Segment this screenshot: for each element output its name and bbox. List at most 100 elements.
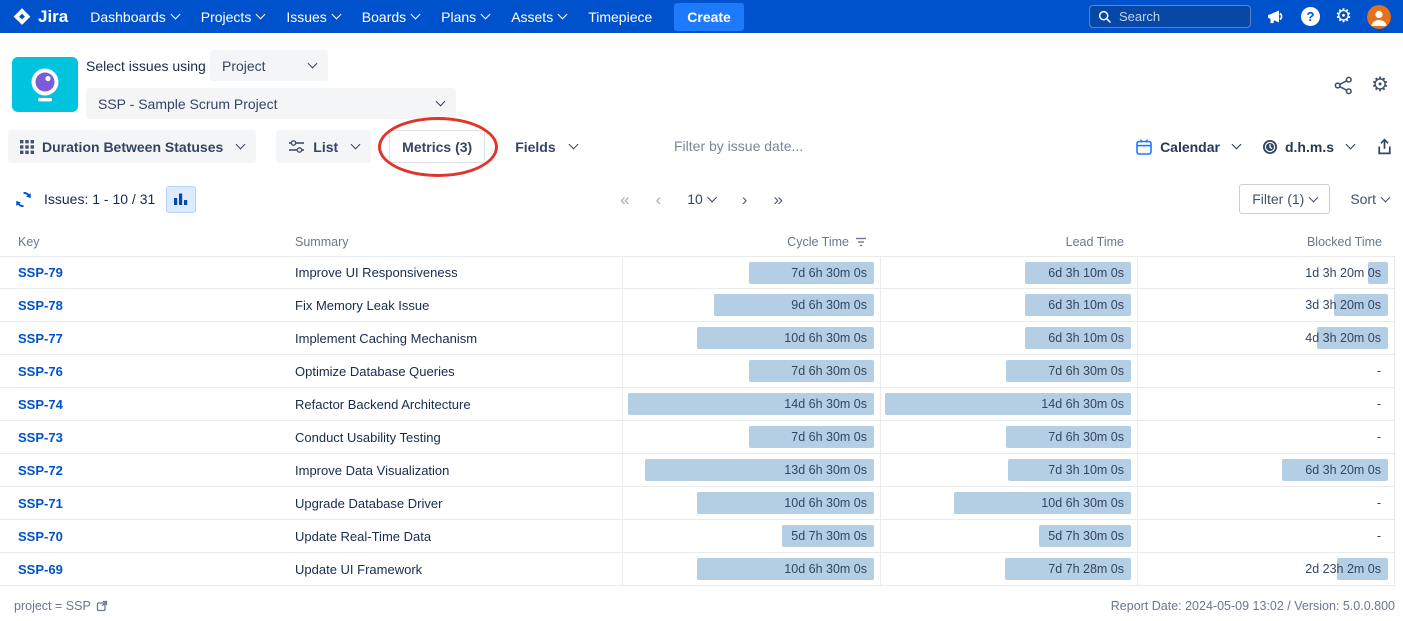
- filter-button[interactable]: Filter (1): [1239, 184, 1330, 214]
- issue-summary: Update Real-Time Data: [295, 520, 622, 552]
- duration-value: 5d 7h 30m 0s: [1048, 529, 1124, 543]
- duration-value: 9d 6h 30m 0s: [791, 298, 867, 312]
- pagination-prev-button[interactable]: ‹: [656, 191, 662, 208]
- nav-item-dashboards[interactable]: Dashboards: [90, 9, 179, 25]
- column-header-cycle-time[interactable]: Cycle Time: [622, 235, 880, 249]
- chevron-down-icon: [170, 10, 180, 20]
- chevron-down-icon: [558, 10, 568, 20]
- table-row: SSP-73Conduct Usability Testing7d 6h 30m…: [0, 421, 1395, 454]
- column-header-key[interactable]: Key: [0, 235, 295, 249]
- export-icon[interactable]: [1376, 138, 1393, 156]
- time-format-button[interactable]: d.h.m.s: [1262, 139, 1354, 155]
- issues-table-body: SSP-79Improve UI Responsiveness7d 6h 30m…: [0, 256, 1395, 586]
- refresh-icon[interactable]: [14, 190, 33, 209]
- report-toolbar: Duration Between Statuses List Metrics (…: [8, 130, 1393, 163]
- user-avatar[interactable]: [1367, 5, 1391, 29]
- issue-key-link[interactable]: SSP-78: [18, 298, 63, 313]
- pagination-next-button[interactable]: ›: [742, 191, 748, 208]
- external-link-icon[interactable]: [96, 600, 108, 612]
- lead-time-cell: 14d 6h 30m 0s: [880, 388, 1137, 420]
- filter-button-label: Filter (1): [1252, 191, 1304, 207]
- pagination-first-button[interactable]: «: [620, 191, 629, 208]
- create-button[interactable]: Create: [674, 3, 744, 31]
- settings-gear-icon[interactable]: ⚙: [1371, 75, 1389, 95]
- duration-value: 10d 6h 30m 0s: [784, 331, 867, 345]
- column-header-summary[interactable]: Summary: [295, 235, 622, 249]
- app-logo: [12, 57, 78, 112]
- lead-time-cell: 7d 6h 30m 0s: [880, 421, 1137, 453]
- gear-icon[interactable]: ⚙: [1335, 7, 1352, 26]
- duration-value: 7d 3h 10m 0s: [1048, 463, 1124, 477]
- chart-toggle-button[interactable]: [166, 186, 196, 213]
- help-icon[interactable]: ?: [1301, 7, 1320, 26]
- nav-item-timepiece[interactable]: Timepiece: [588, 9, 652, 25]
- blocked-time-cell: -: [1137, 520, 1395, 552]
- view-mode-button[interactable]: List: [276, 130, 371, 163]
- chevron-down-icon: [707, 192, 717, 202]
- issue-key-link[interactable]: SSP-79: [18, 265, 63, 280]
- table-row: SSP-70Update Real-Time Data5d 7h 30m 0s5…: [0, 520, 1395, 553]
- chevron-down-icon: [351, 140, 361, 150]
- issue-date-filter-input[interactable]: [674, 134, 904, 158]
- lead-time-cell: 6d 3h 10m 0s: [880, 257, 1137, 288]
- cycle-time-cell: 9d 6h 30m 0s: [622, 289, 880, 321]
- issue-key-link[interactable]: SSP-72: [18, 463, 63, 478]
- report-meta: Report Date: 2024-05-09 13:02 / Version:…: [1111, 599, 1395, 613]
- app-logo-icon: [24, 63, 66, 107]
- column-header-lead-time[interactable]: Lead Time: [880, 235, 1137, 249]
- issues-table: Key Summary Cycle Time Lead Time Blocked…: [0, 228, 1395, 586]
- column-header-blocked-time[interactable]: Blocked Time: [1137, 235, 1395, 249]
- empty-duration: -: [1377, 496, 1381, 510]
- nav-item-label: Dashboards: [90, 9, 166, 25]
- cycle-time-cell: 5d 7h 30m 0s: [622, 520, 880, 552]
- nav-item-boards[interactable]: Boards: [362, 9, 419, 25]
- search-icon: [1098, 10, 1112, 24]
- nav-item-assets[interactable]: Assets: [511, 9, 566, 25]
- search-input[interactable]: [1119, 9, 1239, 24]
- fields-button[interactable]: Fields: [503, 130, 588, 163]
- cycle-time-header-label: Cycle Time: [787, 235, 849, 249]
- filter-funnel-icon: [855, 237, 867, 247]
- megaphone-icon[interactable]: [1266, 8, 1286, 26]
- issue-key-link[interactable]: SSP-71: [18, 496, 63, 511]
- nav-item-issues[interactable]: Issues: [286, 9, 339, 25]
- issue-key-link[interactable]: SSP-77: [18, 331, 63, 346]
- table-row: SSP-79Improve UI Responsiveness7d 6h 30m…: [0, 256, 1395, 289]
- duration-value: 4d 3h 20m 0s: [1305, 331, 1381, 345]
- jira-logo[interactable]: Jira: [12, 7, 68, 27]
- nav-item-label: Issues: [286, 9, 326, 25]
- issue-key-link[interactable]: SSP-69: [18, 562, 63, 577]
- jira-logo-text: Jira: [38, 7, 68, 27]
- chevron-down-icon: [1346, 140, 1356, 150]
- issue-key-link[interactable]: SSP-76: [18, 364, 63, 379]
- nav-item-plans[interactable]: Plans: [441, 9, 489, 25]
- issue-key-link[interactable]: SSP-70: [18, 529, 63, 544]
- sort-button[interactable]: Sort: [1350, 191, 1389, 207]
- duration-value: 6d 3h 10m 0s: [1048, 298, 1124, 312]
- share-icon[interactable]: [1334, 76, 1353, 95]
- duration-value: 6d 3h 10m 0s: [1048, 266, 1124, 280]
- duration-value: 6d 3h 10m 0s: [1048, 331, 1124, 345]
- issue-key-link[interactable]: SSP-74: [18, 397, 63, 412]
- issue-key-link[interactable]: SSP-73: [18, 430, 63, 445]
- page-size-select[interactable]: 10: [687, 191, 716, 207]
- issue-summary: Update UI Framework: [295, 553, 622, 585]
- blocked-time-cell: -: [1137, 355, 1395, 387]
- blocked-time-cell: 2d 23h 2m 0s: [1137, 553, 1395, 585]
- blocked-time-cell: -: [1137, 487, 1395, 519]
- duration-value: 7d 6h 30m 0s: [791, 364, 867, 378]
- issue-source-select[interactable]: Project: [210, 50, 328, 81]
- nav-item-projects[interactable]: Projects: [201, 9, 265, 25]
- project-select[interactable]: SSP - Sample Scrum Project: [86, 88, 456, 119]
- search-box[interactable]: [1089, 5, 1251, 28]
- report-type-button[interactable]: Duration Between Statuses: [8, 130, 256, 163]
- nav-item-label: Projects: [201, 9, 252, 25]
- report-type-label: Duration Between Statuses: [42, 139, 223, 155]
- calendar-button[interactable]: Calendar: [1135, 138, 1240, 156]
- duration-value: 7d 6h 30m 0s: [1048, 430, 1124, 444]
- lead-time-cell: 6d 3h 10m 0s: [880, 289, 1137, 321]
- pagination-last-button[interactable]: »: [773, 191, 782, 208]
- issue-summary: Implement Caching Mechanism: [295, 322, 622, 354]
- metrics-button[interactable]: Metrics (3): [389, 130, 485, 163]
- issue-summary: Upgrade Database Driver: [295, 487, 622, 519]
